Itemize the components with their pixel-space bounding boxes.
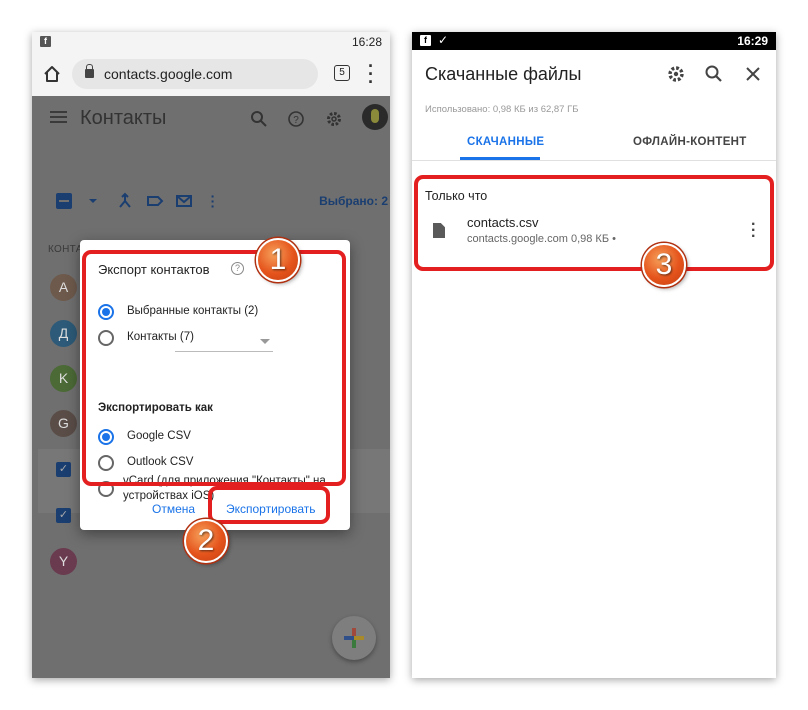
gear-icon[interactable] (666, 64, 686, 84)
contact-avatar[interactable]: G (50, 410, 77, 437)
status-bar: f 16:28 (32, 32, 390, 52)
facebook-icon: f (40, 36, 51, 47)
highlight-downloaded-file (414, 175, 774, 271)
status-bar: f ✓ 16:29 (412, 32, 776, 50)
address-bar[interactable]: contacts.google.com (72, 59, 318, 89)
search-icon[interactable] (704, 64, 724, 84)
selection-toolbar: · · · Выбрано: 2 (32, 186, 390, 216)
page-title: Скачанные файлы (425, 64, 582, 84)
browser-menu-icon[interactable]: · · · (368, 57, 374, 91)
highlight-export-button (208, 486, 330, 524)
divider (412, 160, 776, 161)
selected-count: Выбрано: 2 (319, 194, 388, 208)
help-icon[interactable]: ? (287, 110, 305, 128)
tab-offline[interactable]: ОФЛАЙН-КОНТЕНТ (633, 136, 747, 148)
contact-avatar[interactable]: A (50, 274, 77, 301)
right-screenshot: f ✓ 16:29 Скачанные файлы Использовано: … (412, 32, 776, 678)
row-checkbox[interactable]: ✓ (56, 508, 71, 523)
email-icon[interactable] (175, 192, 193, 210)
svg-text:?: ? (293, 115, 299, 126)
close-icon[interactable] (743, 64, 763, 84)
contact-avatar[interactable]: K (50, 365, 77, 392)
search-icon[interactable] (250, 110, 268, 128)
chevron-down-icon[interactable] (84, 192, 102, 210)
menu-icon[interactable] (50, 111, 67, 123)
step-badge: 2 (184, 519, 228, 563)
select-all-checkbox[interactable] (56, 193, 72, 209)
gear-icon[interactable] (325, 110, 343, 128)
download-done-icon: ✓ (438, 33, 449, 47)
tab-downloads[interactable]: СКАЧАННЫЕ (467, 136, 544, 148)
highlight-export-options (82, 250, 346, 486)
more-vert-icon[interactable]: · · · (204, 189, 222, 213)
row-checkbox[interactable]: ✓ (56, 462, 71, 477)
home-icon[interactable] (42, 64, 62, 84)
storage-usage: Использовано: 0,98 КБ из 62,87 ГБ (425, 104, 579, 115)
cancel-button[interactable]: Отмена (152, 502, 195, 516)
contact-avatar[interactable]: Y (50, 548, 77, 575)
url-text: contacts.google.com (104, 66, 233, 82)
facebook-icon: f (420, 35, 431, 46)
label-icon[interactable] (146, 192, 164, 210)
account-avatar[interactable] (362, 104, 388, 130)
browser-toolbar: contacts.google.com 5 · · · (32, 52, 390, 96)
contact-avatar[interactable]: Д (50, 320, 77, 347)
status-time: 16:28 (351, 35, 382, 49)
merge-icon[interactable] (116, 192, 134, 210)
status-time: 16:29 (737, 34, 768, 48)
app-header: Контакты ? (32, 96, 390, 142)
tab-switcher-button[interactable]: 5 (334, 65, 350, 81)
add-contact-button[interactable] (332, 616, 376, 660)
lock-icon (85, 64, 94, 78)
app-title: Контакты (80, 107, 167, 129)
step-badge: 3 (642, 243, 686, 287)
step-badge: 1 (256, 238, 300, 282)
